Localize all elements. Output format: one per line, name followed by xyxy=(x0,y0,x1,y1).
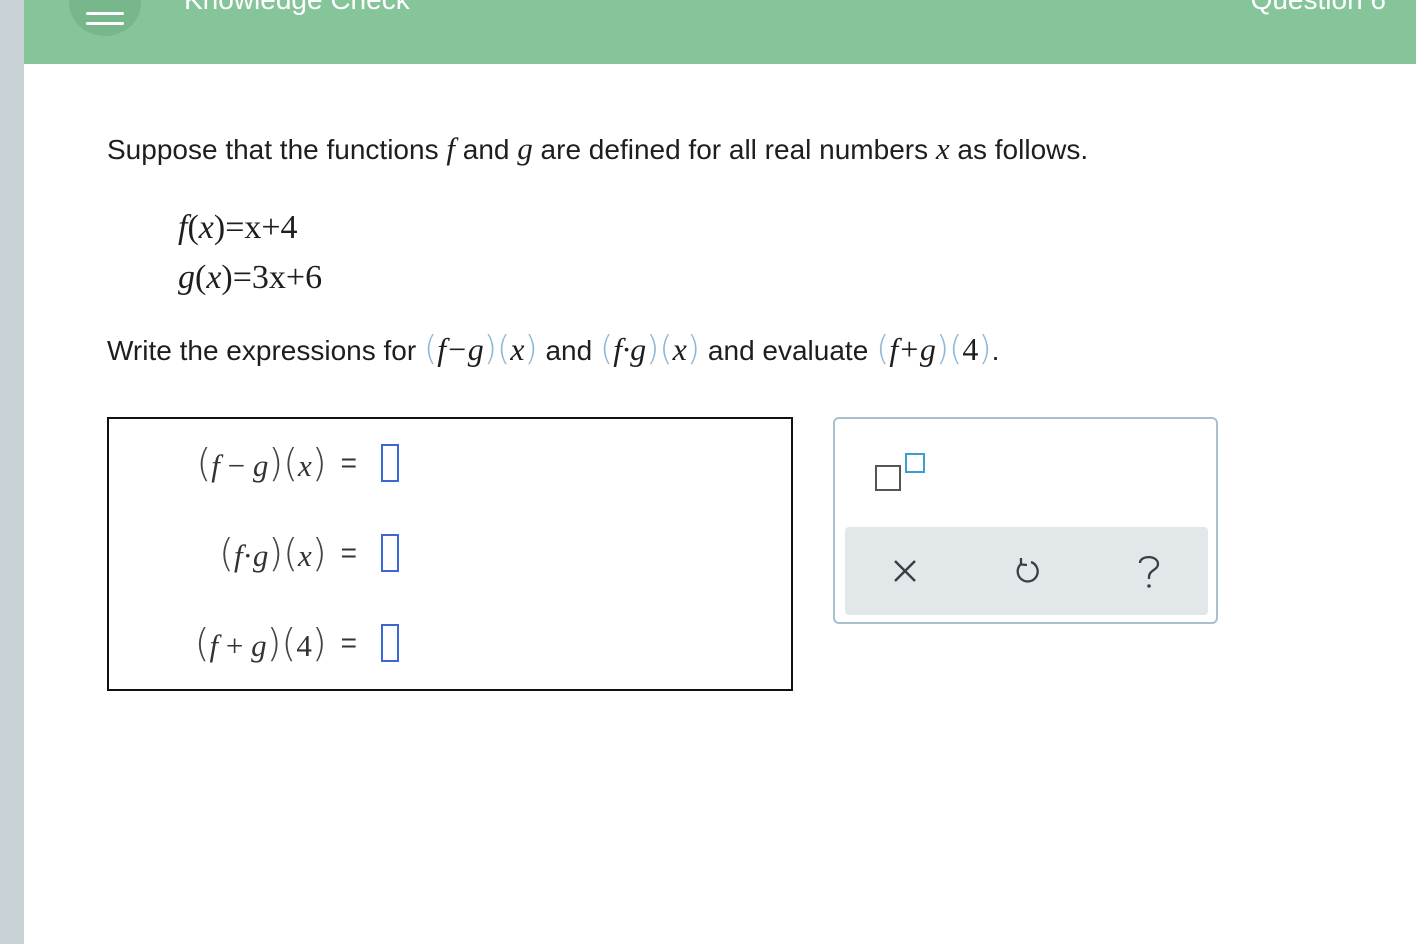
help-question-icon xyxy=(1138,555,1160,588)
prompt-text: and xyxy=(454,134,518,165)
answer-row-f-plus-g: (f + g)(4) = xyxy=(195,613,399,673)
function-definitions: f(x)=x+4 g(x)=3x+6 xyxy=(178,203,322,303)
menu-icon xyxy=(86,12,124,15)
expr-body: f−g xyxy=(437,331,484,367)
answer-input-f-times-g[interactable] xyxy=(381,534,399,572)
problem-statement: Suppose that the functions f and g are d… xyxy=(107,132,1088,167)
clear-button[interactable] xyxy=(881,547,929,595)
answer-label: (f + g)(4) xyxy=(194,621,327,665)
def-arg: x xyxy=(206,259,222,296)
math-tool-panel xyxy=(833,417,1218,624)
exponent-template-icon xyxy=(875,465,901,491)
expr-body: f·g xyxy=(613,331,647,367)
prompt-text: and evaluate xyxy=(700,335,877,366)
math-x: x xyxy=(935,131,950,166)
help-button[interactable] xyxy=(1125,547,1173,595)
action-bar xyxy=(845,527,1208,615)
label-op: · xyxy=(242,538,253,573)
label-f: f xyxy=(233,538,243,573)
label-arg: x xyxy=(298,538,312,573)
menu-button[interactable] xyxy=(69,0,141,36)
expr-arg: 4 xyxy=(962,331,979,367)
def-rhs: =3x+6 xyxy=(232,259,323,296)
expr-f-minus-g: (f−g)(x) xyxy=(423,329,538,369)
label-arg: 4 xyxy=(296,628,312,663)
top-header-bar: Knowledge Check Question 6 xyxy=(24,0,1416,64)
def-name: f xyxy=(178,209,188,246)
expr-f-plus-g: (f+g)(4) xyxy=(876,329,992,369)
label-arg: x xyxy=(298,448,312,483)
problem-instruction: Write the expressions for (f−g)(x) and (… xyxy=(107,332,999,368)
prompt-text: Suppose that the functions xyxy=(107,134,447,165)
page-title: Knowledge Check xyxy=(184,0,410,14)
expr-arg: x xyxy=(672,331,687,367)
equals-sign: = xyxy=(340,447,357,478)
equals-sign: = xyxy=(340,627,357,658)
undo-icon xyxy=(1016,558,1039,583)
def-arg: x xyxy=(198,209,214,246)
label-f: f xyxy=(209,628,219,663)
answer-label: (f·g)(x) xyxy=(219,531,327,575)
answer-input-f-plus-g[interactable] xyxy=(381,624,399,662)
answer-row-f-minus-g: (f − g)(x) = xyxy=(196,433,399,493)
expr-f-times-g: (f·g)(x) xyxy=(599,329,701,369)
label-op: + xyxy=(218,628,252,663)
answer-label: (f − g)(x) xyxy=(196,441,327,485)
left-sidebar-strip xyxy=(0,0,24,944)
label-f: f xyxy=(211,448,220,483)
answer-input-f-minus-g[interactable] xyxy=(381,444,399,482)
definition-g: g(x)=3x+6 xyxy=(178,259,323,296)
prompt-text: as follows. xyxy=(949,134,1089,165)
equals-sign: = xyxy=(340,537,357,568)
def-rhs: =x+4 xyxy=(225,209,298,246)
label-g: g xyxy=(252,538,269,573)
answer-row-f-times-g: (f·g)(x) = xyxy=(219,523,399,583)
label-op: − xyxy=(219,448,253,483)
question-number: Question 6 xyxy=(1251,0,1386,14)
math-f: f xyxy=(446,131,455,166)
menu-icon-line xyxy=(86,22,124,25)
exponent-template-button[interactable] xyxy=(873,451,929,495)
definition-f: f(x)=x+4 xyxy=(178,209,298,246)
prompt-period: . xyxy=(991,335,1000,366)
superscript-box-icon xyxy=(905,453,925,473)
close-x-icon xyxy=(894,560,916,582)
prompt-text: Write the expressions for xyxy=(107,335,424,366)
label-g: g xyxy=(252,448,269,483)
prompt-text: and xyxy=(537,335,600,366)
answer-box: (f − g)(x) = (f·g)(x) = (f + g)(4) = xyxy=(107,417,793,691)
math-g: g xyxy=(517,131,533,166)
def-name: g xyxy=(178,259,195,296)
prompt-text: are defined for all real numbers xyxy=(532,134,936,165)
expr-arg: x xyxy=(510,331,525,367)
expr-body: f+g xyxy=(889,331,936,367)
label-g: g xyxy=(251,628,267,663)
undo-button[interactable] xyxy=(1003,547,1051,595)
